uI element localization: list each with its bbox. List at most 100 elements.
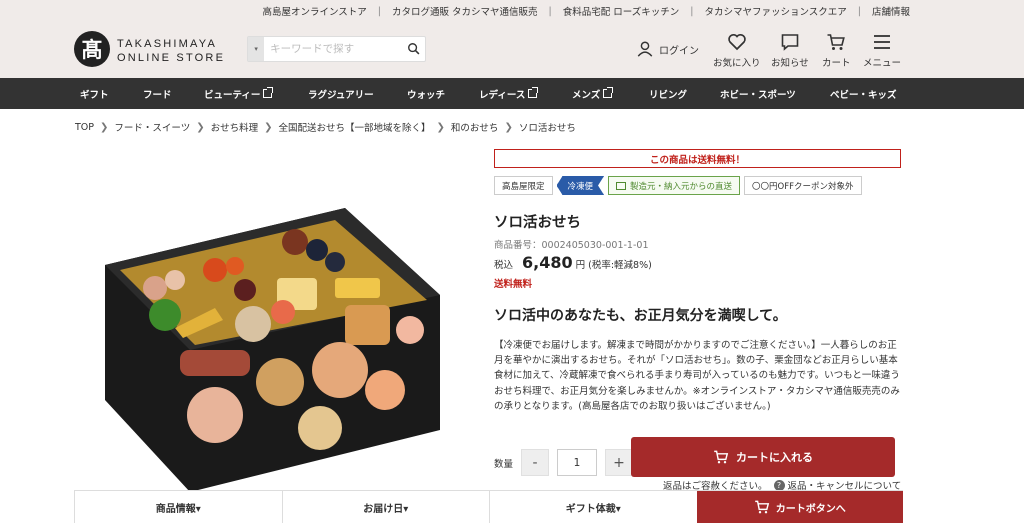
tab-cart-button[interactable]: カートボタンへ bbox=[696, 491, 903, 523]
product-title: ソロ活おせち bbox=[494, 215, 581, 231]
tab-delivery-date[interactable]: お届け日▾ bbox=[281, 491, 489, 523]
logo-text[interactable]: TAKASHIMAYA ONLINE STORE bbox=[117, 37, 225, 65]
breadcrumb: TOP ❯ フード・スイーツ ❯ おせち料理 ❯ 全国配送おせち【一部地域を除く】 ❯ … bbox=[75, 120, 576, 135]
price-value: 6,480 bbox=[522, 253, 573, 272]
price-label: 税込 bbox=[494, 260, 514, 271]
tab-gift-wrapping[interactable]: ギフト体裁▾ bbox=[489, 491, 697, 523]
chevron-right-icon: ❯ bbox=[100, 121, 109, 133]
external-link-icon bbox=[528, 87, 539, 98]
favorites-label: お気に入り bbox=[713, 58, 761, 69]
chevron-right-icon: ❯ bbox=[436, 121, 445, 133]
quantity-label: 数量 bbox=[494, 458, 514, 470]
product-description: 【冷凍便でお届けします。解凍まで時間がかかりますのでご注意ください。】一人暮らし… bbox=[494, 340, 900, 412]
bottom-tab-bar: 商品情報▾ お届け日▾ ギフト体裁▾ カートボタンへ bbox=[74, 490, 903, 523]
breadcrumb-nationwide[interactable]: 全国配送おせち【一部地域を除く】 bbox=[279, 120, 431, 134]
product-image[interactable] bbox=[95, 200, 450, 492]
top-link-fashion-square[interactable]: タカシマヤファッションスクエア bbox=[704, 4, 846, 18]
nav-item-baby-kids[interactable]: ベビー・キッズ bbox=[830, 78, 897, 109]
nav-item-living[interactable]: リビング bbox=[649, 78, 687, 109]
login-label: ログイン bbox=[659, 45, 699, 57]
quantity-minus-button[interactable]: - bbox=[521, 449, 550, 476]
search-input[interactable] bbox=[264, 37, 403, 61]
notices-button[interactable]: お知らせ bbox=[771, 32, 809, 69]
tag-direct-ship: 製造元・納入元からの直送 bbox=[608, 176, 741, 195]
menu-label: メニュー bbox=[863, 58, 902, 69]
tag-direct-label: 製造元・納入元からの直送 bbox=[630, 181, 733, 192]
add-to-cart-label: カートに入れる bbox=[736, 451, 813, 464]
message-icon bbox=[781, 34, 799, 51]
nav-item-hobby-sports[interactable]: ホビー・スポーツ bbox=[720, 78, 796, 109]
shipping-note: 送料無料 bbox=[494, 279, 533, 290]
tab-cart-label: カートボタンへ bbox=[775, 503, 846, 515]
nav-item-ladies[interactable]: レディース bbox=[479, 78, 539, 109]
chevron-right-icon: ❯ bbox=[196, 121, 205, 133]
nav-hobby-label: ホビー・スポーツ bbox=[720, 89, 796, 101]
logo-line2: ONLINE STORE bbox=[117, 52, 226, 64]
nav-ladies-label: レディース bbox=[479, 89, 526, 101]
tag-coupon-excluded: 〇〇円OFFクーポン対象外 bbox=[744, 176, 862, 195]
logo-line1: TAKASHIMAYA bbox=[117, 38, 217, 50]
top-link-store-info[interactable]: 店舗情報 bbox=[872, 4, 910, 18]
cart-label: カート bbox=[822, 58, 851, 69]
chevron-right-icon: ❯ bbox=[504, 121, 513, 133]
search-button[interactable] bbox=[402, 37, 425, 61]
breadcrumb-food-sweets[interactable]: フード・スイーツ bbox=[114, 120, 190, 134]
search-category-dropdown[interactable]: ▾ bbox=[248, 37, 265, 61]
nav-item-food[interactable]: フード bbox=[143, 78, 172, 109]
question-icon: ? bbox=[773, 479, 785, 491]
nav-item-mens[interactable]: メンズ bbox=[572, 78, 614, 109]
top-link-rose-kitchen[interactable]: 食料品宅配 ローズキッチン bbox=[563, 4, 680, 18]
price-unit: 円 bbox=[575, 260, 586, 271]
cart-button[interactable]: カート bbox=[822, 32, 851, 69]
nav-beauty-label: ビューティー bbox=[204, 89, 261, 101]
product-catchphrase: ソロ活中のあなたも、お正月気分を満喫して。 bbox=[494, 308, 787, 324]
top-links: 高島屋オンラインストア | カタログ通販 タカシマヤ通信販売 | 食料品宅配 ローズ… bbox=[262, 4, 910, 19]
hamburger-icon bbox=[874, 35, 890, 49]
nav-gift-label: ギフト bbox=[80, 89, 109, 101]
user-icon bbox=[637, 41, 653, 57]
nav-item-beauty[interactable]: ビューティー bbox=[204, 78, 274, 109]
header: 高島屋オンラインストア | カタログ通販 タカシマヤ通信販売 | 食料品宅配 ローズ… bbox=[0, 0, 1024, 78]
search-bar: ▾ bbox=[247, 36, 426, 62]
quantity-input[interactable]: 1 bbox=[557, 449, 598, 476]
nav-living-label: リビング bbox=[649, 89, 688, 101]
nav-item-luxury[interactable]: ラグジュアリー bbox=[308, 78, 374, 109]
nav-watch-label: ウォッチ bbox=[407, 89, 446, 101]
cart-icon bbox=[714, 450, 729, 464]
free-shipping-banner: この商品は送料無料！ bbox=[494, 149, 901, 168]
tab-product-info[interactable]: 商品情報▾ bbox=[74, 491, 282, 523]
quantity-plus-button[interactable]: + bbox=[605, 449, 634, 476]
heart-icon bbox=[727, 33, 746, 51]
add-to-cart-button[interactable]: カートに入れる bbox=[631, 437, 895, 477]
global-nav: ギフト フード ビューティー ラグジュアリー ウォッチ レディース メンズ リビ… bbox=[0, 78, 1024, 109]
nav-item-watch[interactable]: ウォッチ bbox=[407, 78, 445, 109]
cart-icon bbox=[827, 34, 846, 50]
product-price: 税込 6,480 円 (税率:軽減8%) bbox=[494, 253, 652, 272]
tag-exclusive: 高島屋限定 bbox=[494, 176, 553, 195]
tax-note: (税率:軽減8%) bbox=[588, 260, 652, 271]
external-link-icon bbox=[603, 87, 614, 98]
external-link-icon bbox=[263, 87, 274, 98]
breadcrumb-osechi[interactable]: おせち料理 bbox=[211, 120, 259, 134]
breadcrumb-top[interactable]: TOP bbox=[75, 122, 94, 133]
nav-food-label: フード bbox=[143, 89, 172, 101]
search-icon bbox=[407, 43, 420, 55]
logo-icon[interactable]: 髙 bbox=[74, 31, 110, 67]
favorites-button[interactable]: お気に入り bbox=[713, 32, 761, 69]
chevron-right-icon: ❯ bbox=[264, 121, 273, 133]
menu-button[interactable]: メニュー bbox=[863, 32, 901, 69]
login-button[interactable]: ログイン bbox=[636, 40, 699, 58]
top-link-takashimaya-online[interactable]: 高島屋オンラインストア bbox=[262, 4, 366, 18]
cart-icon bbox=[754, 500, 769, 514]
nav-item-gift[interactable]: ギフト bbox=[80, 78, 109, 109]
product-sku: 商品番号：0002405030-001-1-01 bbox=[494, 240, 649, 251]
breadcrumb-japanese-osechi[interactable]: 和のおせち bbox=[451, 120, 499, 134]
nav-luxury-label: ラグジュアリー bbox=[308, 89, 374, 101]
truck-icon bbox=[616, 181, 627, 190]
quantity-stepper: 数量 - 1 + bbox=[494, 449, 634, 476]
top-link-catalog[interactable]: カタログ通販 タカシマヤ通信販売 bbox=[392, 4, 538, 18]
product-tags: 高島屋限定 冷凍便 製造元・納入元からの直送 〇〇円OFFクーポン対象外 bbox=[494, 176, 862, 195]
nav-mens-label: メンズ bbox=[572, 89, 601, 101]
tag-frozen: 冷凍便 bbox=[557, 176, 605, 195]
notices-label: お知らせ bbox=[771, 58, 809, 69]
